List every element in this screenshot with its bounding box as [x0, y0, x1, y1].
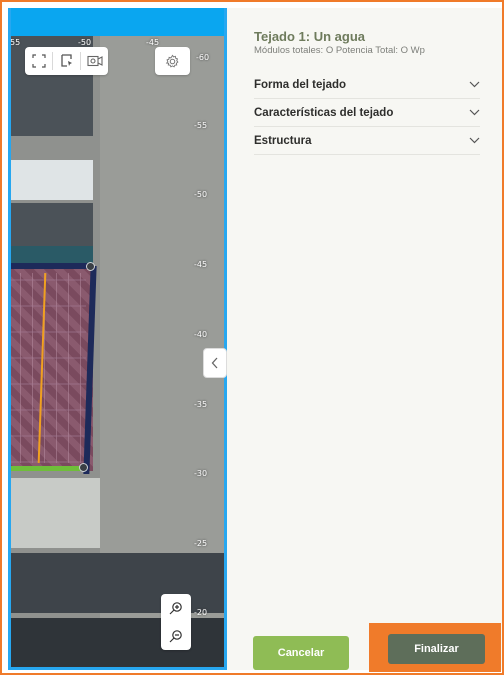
roof-edge — [8, 263, 93, 269]
solar-panel-grid — [8, 273, 86, 463]
accordion-roof-characteristics[interactable]: Características del tejado — [254, 99, 480, 127]
camera-icon — [86, 55, 103, 67]
ruler-label: -20 — [194, 608, 208, 617]
accordion-label: Estructura — [254, 134, 312, 147]
ruler-label: -30 — [194, 469, 208, 478]
finalize-button[interactable]: Finalizar — [388, 634, 485, 664]
camera-button[interactable] — [81, 47, 108, 75]
cancel-button[interactable]: Cancelar — [253, 636, 349, 670]
roof-vertex-handle[interactable] — [86, 262, 95, 271]
ruler-label: -35 — [194, 400, 208, 409]
roof-summary: Módulos totales: O Potencia Total: O Wp — [254, 45, 425, 56]
ruler-label: -50 — [78, 38, 92, 47]
zoom-out-button[interactable] — [161, 622, 191, 650]
gear-icon — [165, 54, 179, 68]
ruler-label: -55 — [194, 121, 208, 130]
ruler-label: -45 — [194, 260, 208, 269]
ruler-label: -50 — [194, 190, 208, 199]
building-roof — [8, 553, 227, 613]
ruler-label: 55 — [10, 38, 21, 47]
zoom-controls — [161, 594, 191, 650]
collapse-panel-button[interactable] — [203, 348, 227, 378]
chevron-left-icon — [211, 357, 218, 369]
building-roof — [8, 618, 227, 670]
ruler-label: -25 — [194, 539, 208, 548]
roof-config-panel: Tejado 1: Un agua Módulos totales: O Pot… — [227, 8, 502, 670]
accordion-label: Características del tejado — [254, 106, 394, 119]
roof-eave-edge — [8, 466, 84, 471]
map-view[interactable]: 55 -50 -45 -60 -55 -50 -45 -40 -35 -30 -… — [8, 8, 227, 670]
accordion-label: Forma del tejado — [254, 78, 347, 91]
map-toolbar — [25, 47, 108, 75]
building-roof — [8, 203, 93, 248]
fullscreen-button[interactable] — [25, 47, 52, 75]
ruler-label: -60 — [196, 53, 210, 62]
select-area-button[interactable] — [53, 47, 80, 75]
zoom-in-button[interactable] — [161, 594, 191, 622]
zoom-out-icon — [169, 630, 182, 643]
chevron-down-icon — [469, 137, 480, 144]
map-top-bar — [8, 8, 227, 36]
chevron-down-icon — [469, 81, 480, 88]
building-roof-light — [8, 160, 93, 200]
ruler-label: -45 — [146, 38, 160, 47]
accordion-roof-shape[interactable]: Forma del tejado — [254, 71, 480, 99]
accordion-structure[interactable]: Estructura — [254, 127, 480, 155]
map-road — [8, 478, 100, 548]
roof-vertex-handle[interactable] — [79, 463, 88, 472]
page-title: Tejado 1: Un agua — [254, 29, 365, 44]
select-area-icon — [60, 54, 72, 67]
fullscreen-icon — [31, 54, 46, 68]
ruler-label: -40 — [194, 330, 208, 339]
zoom-in-icon — [169, 602, 182, 615]
settings-button[interactable] — [155, 47, 190, 75]
chevron-down-icon — [469, 109, 480, 116]
